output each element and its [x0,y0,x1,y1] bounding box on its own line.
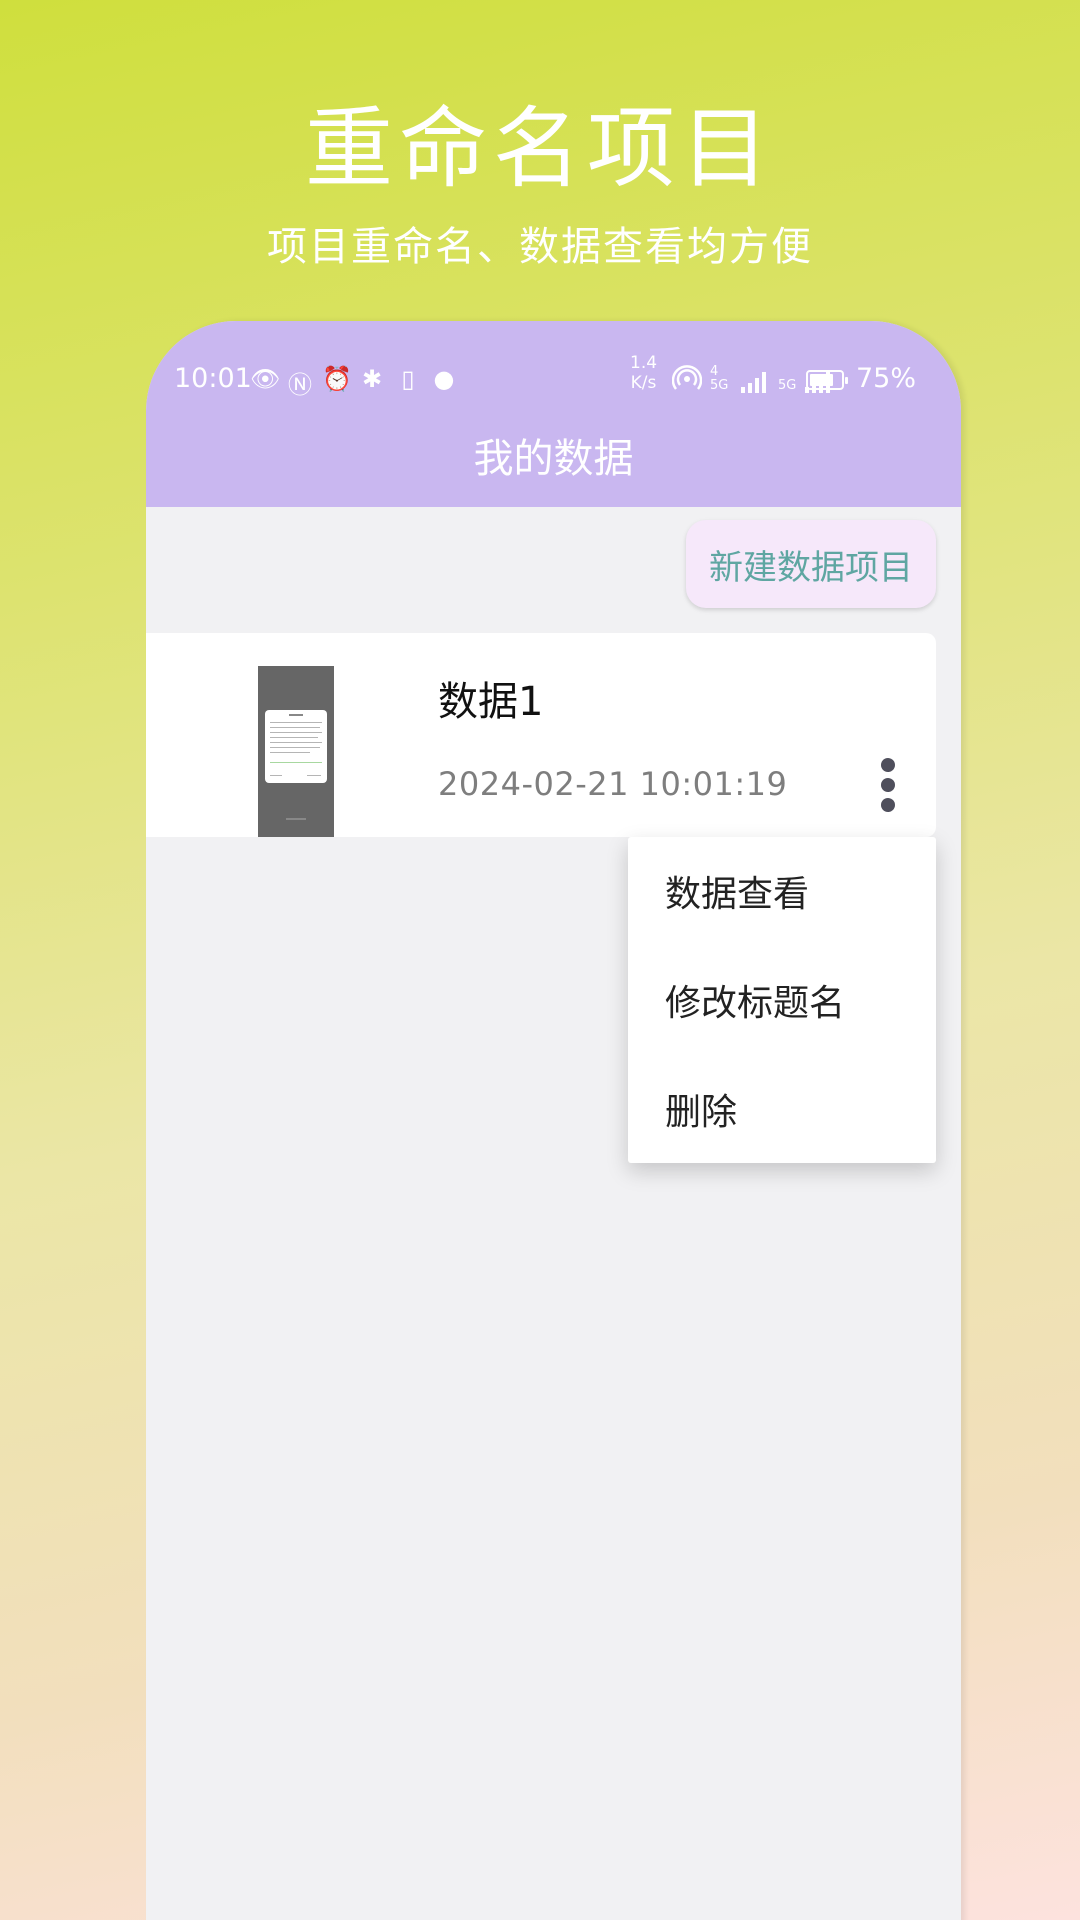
bluetooth-battery-icon: ✱ [361,365,383,393]
phone-frame: 10:01 👁 Ⓝ ⏰ ✱ ▯ ● 1.4 K/s 4 5G 5G 75% 我的… [146,321,961,1920]
battery-icon [806,370,848,390]
sim1-label: 4 5G [710,364,729,393]
status-icons: 👁 Ⓝ ⏰ ✱ ▯ ● [250,365,458,400]
new-project-button[interactable]: 新建数据项目 [686,520,936,608]
more-options-icon[interactable] [868,756,908,826]
hotspot-icon [672,365,702,390]
thumbnail-dialog-graphic [265,710,327,783]
project-card[interactable]: 数据1 2024-02-21 10:01:19 [146,633,936,837]
status-time: 10:01 [174,363,252,394]
battery-fill [810,374,833,386]
promo-subtitle: 项目重命名、数据查看均方便 [267,224,813,270]
app-header: 10:01 👁 Ⓝ ⏰ ✱ ▯ ● 1.4 K/s 4 5G 5G 75% 我的… [146,321,961,507]
signal-icon [741,372,766,393]
screen: 重命名项目 项目重命名、数据查看均方便 10:01 👁 Ⓝ ⏰ ✱ ▯ ● 1.… [0,0,1080,1920]
project-date: 2024-02-21 10:01:19 [438,765,788,803]
promo-title: 重命名项目 [304,97,775,200]
nfc-icon: Ⓝ [288,371,312,399]
status-bar: 10:01 👁 Ⓝ ⏰ ✱ ▯ ● 1.4 K/s 4 5G 5G 75% [146,351,961,401]
project-thumbnail [258,666,334,837]
eye-icon: 👁 [250,365,281,393]
battery-percent: 75% [856,363,917,394]
project-title: 数据1 [438,679,544,725]
menu-item-rename[interactable]: 修改标题名 [665,974,845,1026]
alarm-icon: ⏰ [322,365,352,393]
context-menu: 数据查看 修改标题名 删除 [628,837,936,1163]
network-speed: 1.4 K/s [630,353,657,393]
net-speed-unit: K/s [630,373,657,393]
globe-icon: ● [433,365,455,393]
sim2-label: 5G [778,378,797,393]
page-title: 我的数据 [473,436,634,482]
vibrate-icon: ▯ [401,365,415,393]
net-speed-value: 1.4 [630,353,658,373]
menu-item-delete[interactable]: 删除 [665,1083,737,1135]
menu-item-view-data[interactable]: 数据查看 [665,865,809,917]
